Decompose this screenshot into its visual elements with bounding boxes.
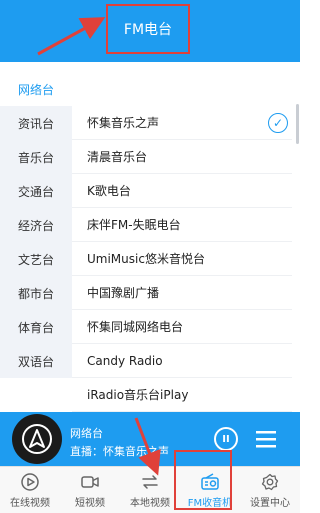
station-row[interactable]: iRadio音乐台iPlay [72,378,292,412]
pause-button[interactable]: II [214,427,238,451]
sidebar-item-traffic[interactable]: 交通台 [0,174,72,208]
tab-settings[interactable]: 设置中心 [240,467,300,513]
player-bar[interactable]: 网络台 直播：怀集音乐之声 II [0,412,300,466]
station-row[interactable]: 怀集同城网络电台 [72,310,292,344]
sidebar-item-network[interactable]: 网络台 [0,72,72,106]
sidebar-item-music[interactable]: 音乐台 [0,140,72,174]
tab-label: 设置中心 [250,497,290,509]
check-icon: ✓ [268,112,288,133]
tab-label: 本地视频 [130,497,170,509]
station-row[interactable]: UmiMusic悠米音悦台 [72,242,292,276]
station-name: Candy Radio [87,353,163,368]
station-name: iRadio音乐台iPlay [87,388,189,402]
player-status: 直播：怀集音乐之声 [70,445,169,458]
sidebar-item-bilingual[interactable]: 双语台 [0,344,72,378]
station-name: 清晨音乐台 [87,150,148,164]
play-circle-icon [21,472,39,491]
sidebar-item-news[interactable]: 资讯台 [0,106,72,140]
tab-local-video[interactable]: 本地视频 [120,467,180,513]
playlist-icon[interactable] [254,427,278,451]
video-camera-icon [81,475,99,488]
station-row[interactable]: 中国豫剧广播 [72,276,292,310]
bottom-tab-bar: 在线视频 短视频 本地视频 FM收音机 设置中心 [0,466,300,513]
tab-label: 在线视频 [10,497,50,509]
station-name: 怀集音乐之声 [87,116,160,130]
title-annotation-box: FM电台 [106,4,190,54]
player-channel: 网络台 [70,427,103,440]
station-row[interactable]: 清晨音乐台 [72,140,292,174]
tab-online-video[interactable]: 在线视频 [0,467,60,513]
station-name: 怀集同城网络电台 [87,320,184,334]
sidebar-item-economy[interactable]: 经济台 [0,208,72,242]
sidebar-item-arts[interactable]: 文艺台 [0,242,72,276]
list-scrollbar[interactable] [296,104,299,144]
transfer-arrows-icon [142,474,158,489]
station-row[interactable]: K歌电台 [72,174,292,208]
radio-disc-icon[interactable] [12,414,62,464]
category-sidebar: 网络台 资讯台 音乐台 交通台 经济台 文艺台 都市台 体育台 双语台 [0,62,72,412]
station-row[interactable]: 床伴FM-失眠电台 [72,208,292,242]
station-name: 床伴FM-失眠电台 [87,218,181,232]
app-header: FM电台 [0,0,300,62]
sidebar-item-sports[interactable]: 体育台 [0,310,72,344]
tab-label: FM收音机 [187,497,233,509]
station-row[interactable]: 怀集音乐之声 ✓ [72,106,292,140]
page-title: FM电台 [123,22,173,38]
radio-icon [201,472,219,490]
tab-label: 短视频 [75,497,105,509]
station-name: UmiMusic悠米音悦台 [87,252,205,266]
station-name: 中国豫剧广播 [87,286,160,300]
gear-icon [261,473,279,490]
tab-short-video[interactable]: 短视频 [60,467,120,513]
station-row[interactable]: Candy Radio [72,344,292,378]
station-list: 怀集音乐之声 ✓ 清晨音乐台 K歌电台 床伴FM-失眠电台 UmiMusic悠米… [72,62,300,412]
station-name: K歌电台 [87,184,131,198]
sidebar-item-city[interactable]: 都市台 [0,276,72,310]
tab-fm-radio[interactable]: FM收音机 [180,467,240,513]
